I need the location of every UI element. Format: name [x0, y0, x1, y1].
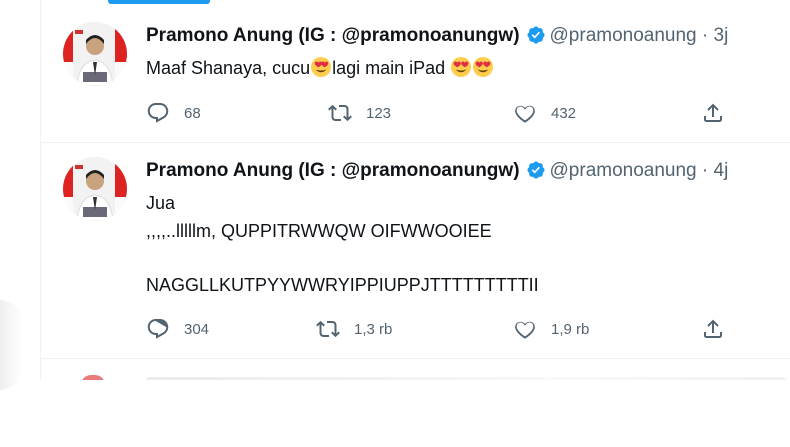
share-icon [704, 103, 722, 122]
verified-badge-icon [526, 26, 545, 44]
separator-dot: · [701, 25, 709, 46]
tweet-time[interactable]: 3j [714, 25, 729, 46]
tweet-text-line: ,,,,..lllllm, QUPPITRWWQW OIFWWOOIEE [146, 221, 492, 241]
reply-button[interactable]: 68 [146, 100, 201, 126]
retweet-icon [316, 320, 340, 338]
like-button[interactable]: 432 [513, 100, 576, 126]
reply-icon [147, 319, 169, 339]
heart-eyes-emoji [451, 57, 472, 77]
author-name[interactable]: Pramono Anung (IG : @pramonoanungw) [146, 25, 520, 46]
left-panel-edge [0, 300, 22, 390]
retweet-count: 1,3 rb [354, 320, 393, 338]
author-handle[interactable]: @pramonoanung [550, 160, 697, 181]
avatar[interactable] [81, 375, 105, 380]
author-name[interactable]: Pramono Anung (IG : @pramonoanungw) [146, 160, 520, 181]
tweet-item[interactable]: Pramono Anung (IG : @pramonoanungw) @pram… [41, 143, 790, 359]
reply-icon [147, 103, 169, 123]
tweet-header: Pramono Anung (IG : @pramonoanungw) @pram… [146, 157, 728, 185]
avatar[interactable] [63, 22, 127, 86]
author-handle[interactable]: @pramonoanung [550, 25, 697, 46]
retweet-button[interactable]: 123 [328, 100, 391, 126]
active-tab-indicator [108, 0, 210, 4]
heart-eyes-emoji [311, 57, 332, 77]
tweet-header-placeholder [546, 377, 786, 380]
tweet-text-line: Jua [146, 193, 176, 213]
like-icon [515, 105, 535, 123]
tweet-text-line: NAGGLLKUTPYYWWRYIPPIUPPJTTTTTTTTTII [146, 275, 539, 295]
tweet-header: Pramono Anung (IG : @pramonoanungw) @pram… [146, 22, 728, 50]
share-button[interactable] [701, 100, 725, 126]
separator-dot: · [701, 160, 709, 181]
reply-count: 304 [184, 320, 210, 338]
like-icon [515, 321, 535, 339]
tweet-item[interactable]: Pramono Anung (IG : @pramonoanungw) @pram… [41, 8, 790, 143]
tweet-actions: 304 1,3 rb 1,9 rb [146, 316, 766, 342]
reply-button[interactable]: 304 [146, 316, 209, 342]
share-button[interactable] [701, 316, 725, 342]
tweet-actions: 68 123 432 [146, 100, 766, 126]
retweet-icon [328, 104, 352, 122]
tweet-text-part: Maaf Shanaya, cucu [146, 58, 311, 78]
page: Pramono Anung (IG : @pramonoanungw) @pram… [0, 0, 790, 447]
retweet-count: 123 [366, 104, 392, 122]
avatar[interactable] [63, 157, 127, 221]
share-icon [704, 319, 722, 338]
reply-count: 68 [184, 104, 201, 122]
heart-eyes-emoji [473, 57, 494, 77]
verified-badge-icon [526, 161, 545, 179]
like-button[interactable]: 1,9 rb [513, 316, 589, 342]
tweet-time[interactable]: 4j [714, 160, 729, 181]
tweet-item-partial[interactable] [41, 359, 790, 380]
tweet-text-part: lagi main iPad [332, 58, 446, 78]
retweet-button[interactable]: 1,3 rb [316, 316, 392, 342]
like-count: 1,9 rb [551, 320, 590, 338]
like-count: 432 [551, 104, 577, 122]
tweet-text: Maaf Shanaya, cucu lagi main iPad [146, 56, 494, 80]
timeline[interactable]: Pramono Anung (IG : @pramonoanungw) @pram… [40, 0, 790, 380]
tweet-header-placeholder [146, 377, 546, 380]
